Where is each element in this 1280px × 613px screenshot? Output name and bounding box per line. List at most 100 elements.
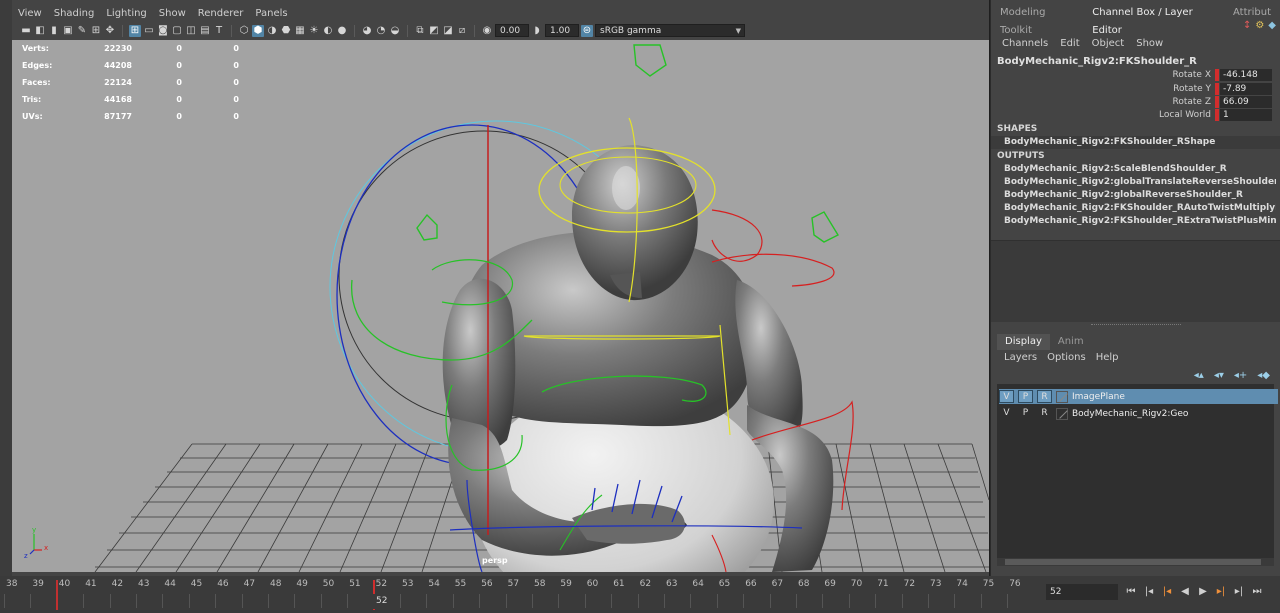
attr-row-local-world[interactable]: Local World 1: [991, 108, 1280, 121]
xray-joints-icon[interactable]: ◪: [442, 25, 454, 37]
2d-pan-zoom-icon[interactable]: ⊞: [90, 25, 102, 37]
playback-toggle[interactable]: P: [1018, 407, 1033, 420]
image-plane-icon[interactable]: ▣: [62, 25, 74, 37]
menu-options[interactable]: Options: [1042, 352, 1091, 363]
camera-select-icon[interactable]: ▬: [20, 25, 32, 37]
safe-title-icon[interactable]: T: [213, 25, 225, 37]
go-to-end-icon[interactable]: ⏭: [1250, 585, 1264, 599]
menu-shading[interactable]: Shading: [48, 5, 101, 23]
time-slider[interactable]: 38 39 40 41 42 43 44 45 46 47 48 49 50 51 52 53 54 55 56 57…: [0, 576, 1030, 613]
shadows-icon[interactable]: ◐: [322, 25, 334, 37]
ambient-occlusion-icon[interactable]: ●: [336, 25, 348, 37]
channel-box-icon[interactable]: ↕: [1243, 20, 1251, 31]
resolution-gate-icon[interactable]: ◙: [157, 25, 169, 37]
go-to-start-icon[interactable]: ⏮: [1124, 585, 1138, 599]
output-item[interactable]: BodyMechanic_Rigv2:globalReverseShoulder…: [1004, 190, 1276, 200]
textured-icon[interactable]: ▦: [294, 25, 306, 37]
tab-anim[interactable]: Anim: [1050, 334, 1092, 350]
tab-channel-box[interactable]: Channel Box / Layer Editor: [1083, 4, 1224, 36]
field-chart-icon[interactable]: ◫: [185, 25, 197, 37]
wireframe-on-shaded-icon[interactable]: ⬣: [280, 25, 292, 37]
camera-attributes-icon[interactable]: ◧: [34, 25, 46, 37]
3d-viewport[interactable]: y x z Verts: 22230 0 0 Edges: 44208 0 0 …: [12, 40, 989, 572]
selected-node-name[interactable]: BodyMechanic_Rigv2:FKShoulder_R: [997, 56, 1197, 67]
playback-toggle[interactable]: P: [1018, 390, 1033, 403]
tab-display[interactable]: Display: [997, 334, 1050, 350]
menu-edit[interactable]: Edit: [1054, 38, 1085, 49]
current-frame-field[interactable]: 52: [1046, 584, 1118, 600]
menu-show[interactable]: Show: [153, 5, 192, 23]
depth-of-field-icon[interactable]: ◒: [389, 25, 401, 37]
layer-color-swatch[interactable]: [1056, 407, 1068, 420]
menu-renderer[interactable]: Renderer: [192, 5, 250, 23]
layer-name[interactable]: ImagePlane: [1072, 392, 1125, 402]
motion-blur-icon[interactable]: ◕: [361, 25, 373, 37]
menu-view[interactable]: View: [12, 5, 48, 23]
gamma-field[interactable]: 1.00: [545, 24, 579, 37]
anti-alias-icon[interactable]: ◔: [375, 25, 387, 37]
step-forward-keyframe-icon[interactable]: ▸|: [1214, 585, 1228, 599]
gate-mask-icon[interactable]: ▢: [171, 25, 183, 37]
menu-show-channels[interactable]: Show: [1130, 38, 1169, 49]
attr-value-field[interactable]: 1: [1220, 108, 1272, 121]
grease-pencil-icon[interactable]: ✎: [76, 25, 88, 37]
attr-row-rotate-y[interactable]: Rotate Y -7.89: [991, 82, 1280, 95]
output-item[interactable]: BodyMechanic_Rigv2:FKShoulder_RAutoTwist…: [1004, 203, 1276, 213]
layer-horizontal-scrollbar[interactable]: [997, 558, 1274, 566]
menu-lighting[interactable]: Lighting: [100, 5, 152, 23]
isolate-select-icon[interactable]: ⧉: [414, 25, 426, 37]
menu-help[interactable]: Help: [1091, 352, 1124, 363]
attr-row-rotate-z[interactable]: Rotate Z 66.09: [991, 95, 1280, 108]
pan-zoom-toggle-icon[interactable]: ✥: [104, 25, 116, 37]
play-backwards-icon[interactable]: ◀: [1178, 585, 1192, 599]
menu-layers[interactable]: Layers: [999, 352, 1042, 363]
step-back-keyframe-icon[interactable]: |◂: [1160, 585, 1174, 599]
attribute-editor-icon[interactable]: ⚙: [1255, 20, 1264, 31]
move-layer-down-icon[interactable]: ◂▾: [1214, 370, 1224, 381]
step-forward-key-icon[interactable]: ▸|: [1232, 585, 1246, 599]
color-management-icon[interactable]: ⊜: [581, 24, 593, 37]
xray-icon[interactable]: ◩: [428, 25, 440, 37]
safe-action-icon[interactable]: ▤: [199, 25, 211, 37]
gamma-icon[interactable]: ◗: [531, 25, 543, 37]
reference-toggle[interactable]: R: [1037, 390, 1052, 403]
output-item[interactable]: BodyMechanic_Rigv2:ScaleBlendShoulder_R: [1004, 164, 1276, 174]
grid-icon[interactable]: ⊞: [129, 24, 141, 37]
layer-name[interactable]: BodyMechanic_Rigv2:Geo: [1072, 409, 1188, 419]
output-item[interactable]: BodyMechanic_Rigv2:FKShoulder_RExtraTwis…: [1004, 216, 1276, 226]
move-layer-up-icon[interactable]: ◂▴: [1194, 370, 1204, 381]
scrollbar-thumb[interactable]: [1005, 559, 1261, 565]
bookmark-icon[interactable]: ▮: [48, 25, 60, 37]
wireframe-icon[interactable]: ⬡: [238, 25, 250, 37]
tab-modeling-toolkit[interactable]: Modeling Toolkit: [991, 4, 1083, 36]
film-gate-icon[interactable]: ▭: [143, 25, 155, 37]
exposure-field[interactable]: 0.00: [495, 24, 529, 37]
layer-row[interactable]: V P R ImagePlane: [999, 389, 1278, 404]
smooth-shade-icon[interactable]: ⬢: [252, 24, 264, 37]
attr-value-field[interactable]: 66.09: [1220, 95, 1272, 108]
menu-object[interactable]: Object: [1086, 38, 1131, 49]
default-material-icon[interactable]: ◑: [266, 25, 278, 37]
menu-channels[interactable]: Channels: [996, 38, 1054, 49]
lights-icon[interactable]: ☀: [308, 25, 320, 37]
shape-item[interactable]: BodyMechanic_Rigv2:FKShoulder_RShape: [1004, 137, 1276, 147]
play-forwards-icon[interactable]: ▶: [1196, 585, 1210, 599]
layer-editor-icon[interactable]: ◆: [1268, 20, 1276, 31]
attr-row-rotate-x[interactable]: Rotate X -46.148: [991, 68, 1280, 81]
new-layer-selected-icon[interactable]: ◂◆: [1257, 370, 1270, 381]
visibility-toggle[interactable]: V: [999, 390, 1014, 403]
new-layer-icon[interactable]: ◂+: [1234, 370, 1247, 381]
output-item[interactable]: BodyMechanic_Rigv2:globalTranslateRevers…: [1004, 177, 1276, 187]
layer-row[interactable]: V P R BodyMechanic_Rigv2:Geo: [999, 406, 1278, 421]
attr-value-field[interactable]: -46.148: [1220, 68, 1272, 81]
visibility-toggle[interactable]: V: [999, 407, 1014, 420]
view-transform-dropdown[interactable]: sRGB gamma: [595, 24, 745, 38]
step-back-key-icon[interactable]: |◂: [1142, 585, 1156, 599]
panel-splitter[interactable]: [1091, 324, 1181, 327]
layer-color-swatch[interactable]: [1056, 390, 1068, 403]
attr-value-field[interactable]: -7.89: [1220, 82, 1272, 95]
backface-culling-icon[interactable]: ⧄: [456, 25, 468, 37]
reference-toggle[interactable]: R: [1037, 407, 1052, 420]
menu-panels[interactable]: Panels: [249, 5, 293, 23]
exposure-icon[interactable]: ◉: [481, 25, 493, 37]
